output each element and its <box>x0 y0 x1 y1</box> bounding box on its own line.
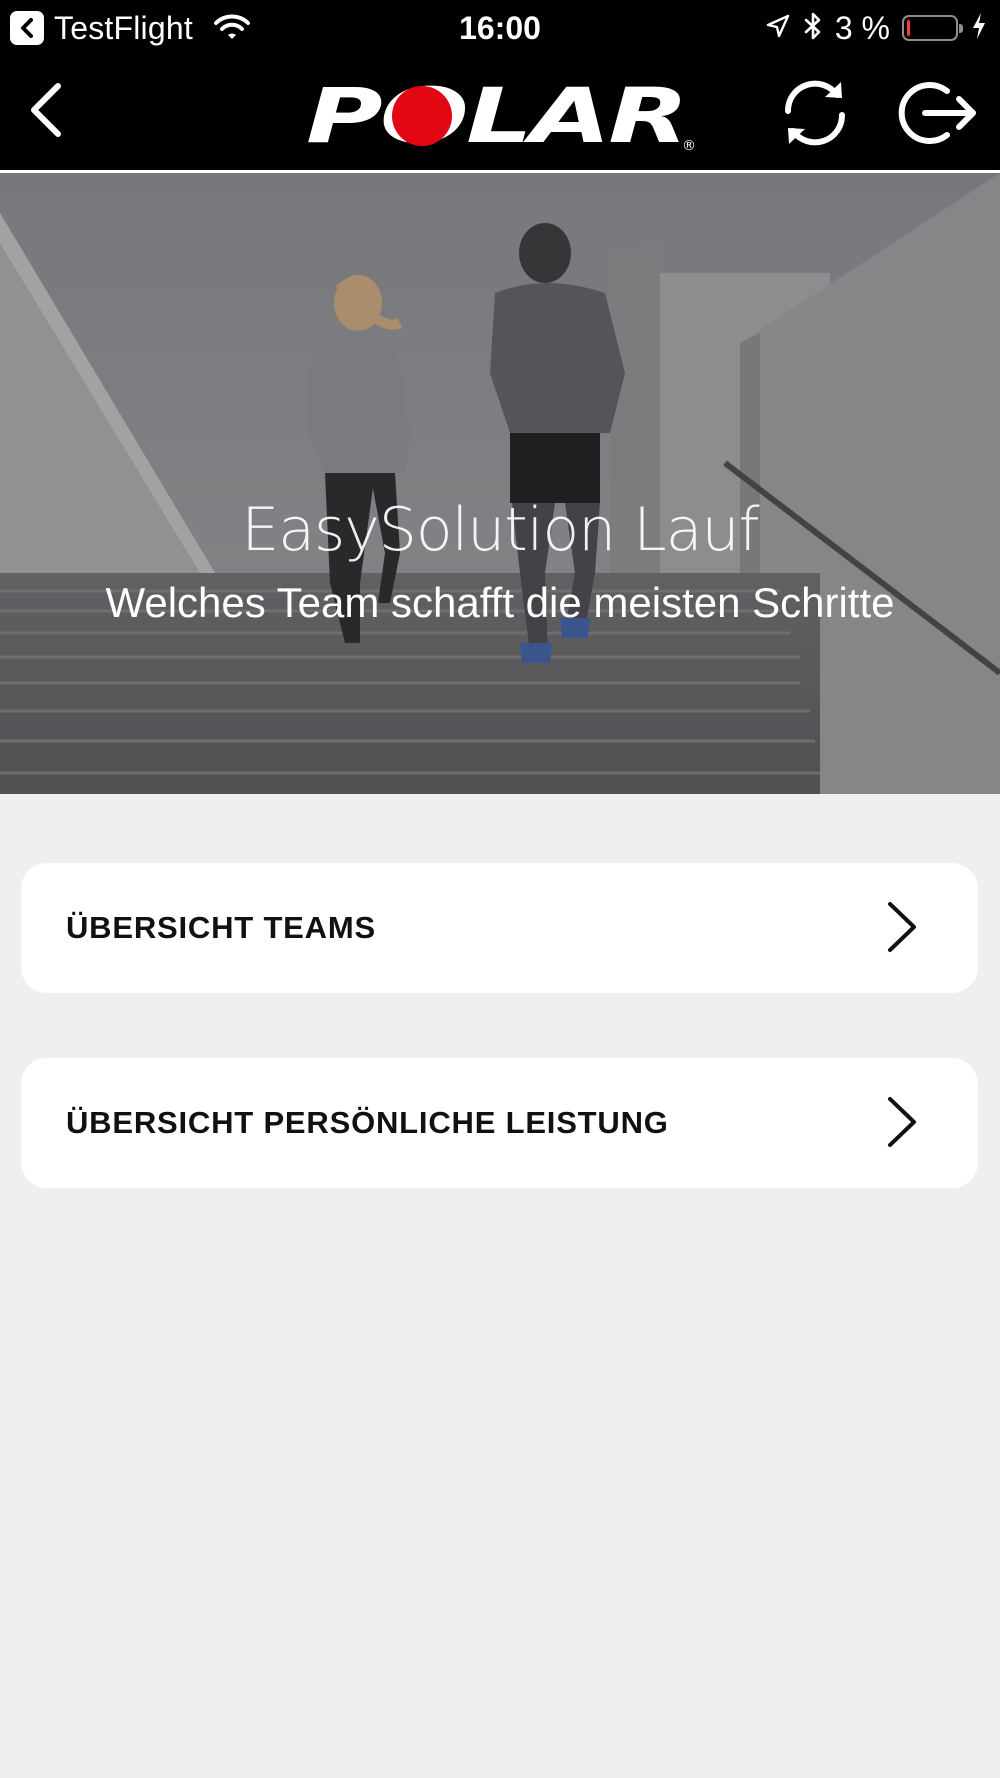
menu-item-label: ÜBERSICHT PERSÖNLICHE LEISTUNG <box>66 1105 669 1140</box>
logo-text: POLAR <box>306 76 686 156</box>
battery-level-fill <box>907 20 910 36</box>
menu-item-label: ÜBERSICHT TEAMS <box>66 910 376 945</box>
status-bar: TestFlight 16:00 3 % <box>0 0 1000 56</box>
logout-icon <box>898 82 976 144</box>
bluetooth-icon <box>803 11 823 46</box>
nav-bar: POLAR ® <box>0 56 1000 170</box>
logout-button[interactable] <box>890 70 986 156</box>
charging-bolt-icon <box>970 11 988 46</box>
sync-button[interactable] <box>770 70 860 156</box>
hero-photo-runners <box>0 173 1000 794</box>
polar-logo: POLAR ® <box>300 71 700 160</box>
battery-percent: 3 % <box>834 9 890 46</box>
sync-icon <box>784 80 846 146</box>
hero-subtitle: Welches Team schafft die meisten Schritt… <box>105 579 895 626</box>
back-button[interactable] <box>14 70 74 150</box>
menu-item-teams-overview[interactable]: ÜBERSICHT TEAMS <box>21 863 978 993</box>
hero-banner: EasySolution Lauf Welches Team schafft d… <box>0 173 1000 794</box>
location-arrow-icon <box>765 13 791 44</box>
battery-nub <box>959 24 963 33</box>
logo-registered-mark: ® <box>682 138 696 154</box>
hero-title: EasySolution Lauf <box>241 495 759 565</box>
chevron-right-icon <box>888 1097 916 1147</box>
logo-red-dot <box>392 86 452 146</box>
chevron-right-icon <box>888 902 916 952</box>
status-right: 3 % <box>753 8 988 48</box>
menu-item-personal-performance[interactable]: ÜBERSICHT PERSÖNLICHE LEISTUNG <box>21 1058 978 1188</box>
battery-icon <box>902 15 963 41</box>
back-chevron-icon <box>31 83 61 137</box>
